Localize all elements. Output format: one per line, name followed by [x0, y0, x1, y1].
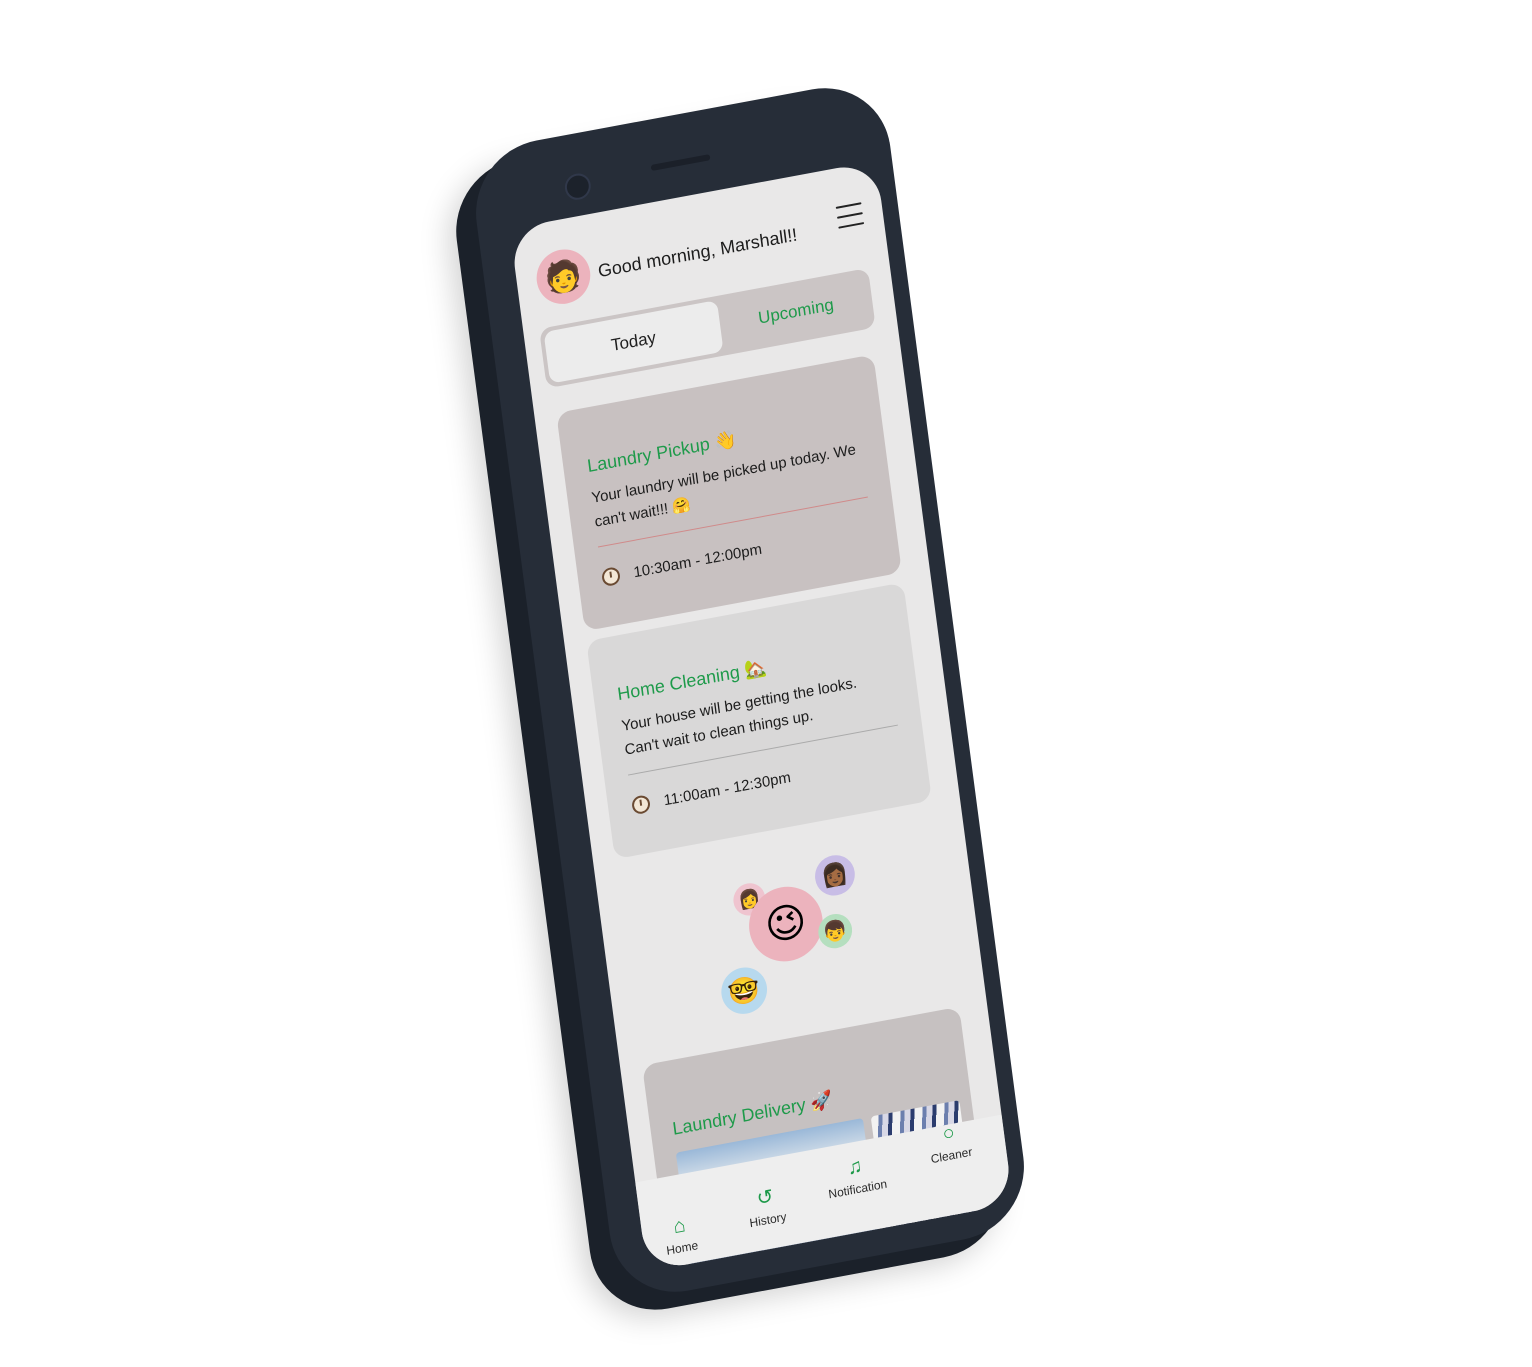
bell-icon: ♫ [846, 1154, 864, 1180]
cleaner-avatars-cluster: 👩 👩🏾 😉 👦 🤓 [706, 850, 883, 1028]
front-camera [563, 171, 593, 202]
nav-home-label: Home [665, 1238, 699, 1258]
card-time-row: 10:30am - 12:00pm [600, 519, 873, 588]
avatar-blue-glasses: 🤓 [718, 963, 770, 1018]
greeting-text: Good morning, Marshall!! [596, 224, 799, 282]
tab-today[interactable]: Today [543, 300, 724, 384]
tab-upcoming[interactable]: Upcoming [721, 273, 872, 351]
nav-notification[interactable]: ♫ Notification [824, 1151, 888, 1201]
avatar-purple: 👩🏾 [812, 851, 858, 899]
chat-bubble-icon: ○ [941, 1121, 957, 1146]
nav-cleaner[interactable]: ○ Cleaner [926, 1119, 974, 1167]
card-time: 11:00am - 12:30pm [662, 768, 792, 809]
nav-history[interactable]: ↺ History [745, 1184, 788, 1231]
phone-mockup: 🧑 Good morning, Marshall!! Today Upcomin… [467, 76, 1033, 1304]
history-icon: ↺ [755, 1185, 775, 1211]
clock-icon [630, 794, 652, 816]
app-screen: 🧑 Good morning, Marshall!! Today Upcomin… [509, 160, 1014, 1272]
nav-home[interactable]: ⌂ Home [662, 1212, 699, 1258]
nav-notification-label: Notification [827, 1176, 888, 1202]
nav-history-label: History [748, 1209, 788, 1231]
home-icon: ⌂ [671, 1214, 687, 1239]
card-time: 10:30am - 12:00pm [632, 540, 763, 581]
stage: 🧑 Good morning, Marshall!! Today Upcomin… [0, 0, 1532, 1367]
nav-cleaner-label: Cleaner [929, 1144, 974, 1167]
phone-speaker [650, 154, 711, 172]
user-avatar[interactable]: 🧑 [533, 244, 594, 309]
hamburger-menu-icon[interactable] [835, 202, 865, 229]
card-time-row: 11:00am - 12:30pm [630, 747, 903, 816]
laundry-pickup-card[interactable]: Laundry Pickup 👋 Your laundry will be pi… [556, 354, 902, 632]
clock-icon [600, 566, 622, 588]
home-cleaning-card[interactable]: Home Cleaning 🏡 Your house will be getti… [586, 582, 932, 860]
